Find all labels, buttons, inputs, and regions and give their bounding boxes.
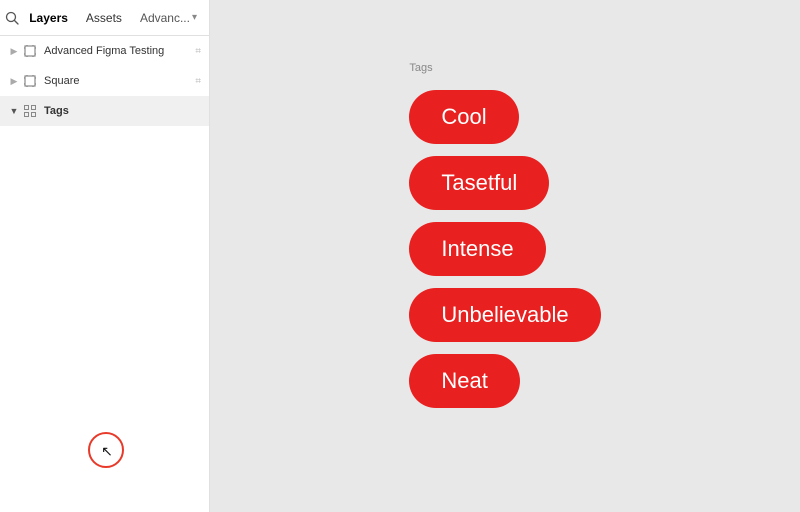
tag-neat[interactable]: Neat [409,354,519,408]
layer-meta: ⌗ [195,76,201,87]
tab-advance[interactable]: Advanc... ▾ [132,5,205,31]
frame-icon [22,43,38,59]
tags-section-label: Tags [409,62,432,74]
cursor-icon: ↖ [101,443,113,460]
expand-icon: ▶ [8,45,20,57]
group-icon [22,103,38,119]
tag-tasetful[interactable]: Tasetful [409,156,549,210]
layer-meta: ⌗ [195,46,201,57]
layer-name: Tags [44,105,201,117]
frame-icon [22,73,38,89]
tag-cool[interactable]: Cool [409,90,518,144]
expand-icon: ▼ [8,105,20,117]
tab-assets[interactable]: Assets [78,5,130,31]
tag-intense[interactable]: Intense [409,222,545,276]
layer-name: Advanced Figma Testing [44,45,195,57]
layer-name: Square [44,75,195,87]
search-icon[interactable] [4,4,19,32]
tag-unbelievable[interactable]: Unbelievable [409,288,600,342]
sidebar: Layers Assets Advanc... ▾ ▶ Advanced Fig… [0,0,210,512]
expand-icon: ▶ [8,75,20,87]
layer-item-advanced-figma-testing[interactable]: ▶ Advanced Figma Testing ⌗ [0,36,209,66]
tags-container: Tags Cool Tasetful Intense Unbelievable … [409,90,600,408]
layer-item-square[interactable]: ▶ Square ⌗ [0,66,209,96]
sidebar-header: Layers Assets Advanc... ▾ [0,0,209,36]
chevron-down-icon: ▾ [192,12,197,23]
tab-layers[interactable]: Layers [21,5,76,31]
main-canvas: Tags Cool Tasetful Intense Unbelievable … [210,0,800,512]
layer-item-tags[interactable]: ▼ Tags [0,96,209,126]
cursor-indicator: ↖ [88,432,124,468]
